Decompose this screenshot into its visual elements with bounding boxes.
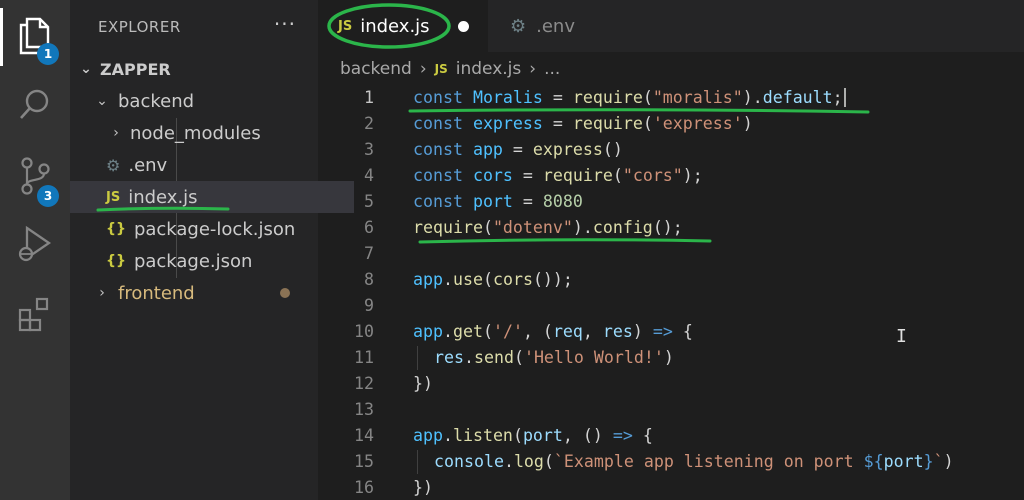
modified-dot <box>280 288 290 298</box>
line-number: 5 <box>364 191 374 211</box>
tree-item-node-modules[interactable]: › node_modules <box>70 117 356 149</box>
annotation-underline <box>96 206 230 212</box>
code-text: app.use(cors()); <box>413 269 573 289</box>
line-number: 6 <box>364 217 374 237</box>
line-number: 10 <box>354 321 374 341</box>
code-line: 13 <box>318 396 374 422</box>
line-number: 11 <box>354 347 374 367</box>
tree-item-package-json[interactable]: {} package.json <box>70 245 354 277</box>
line-number: 9 <box>364 295 374 315</box>
code-text: app.listen(port, () => { <box>413 425 653 445</box>
breadcrumb: backend › JS index.js › ... <box>340 56 560 82</box>
code-line: 5 const port = 8080 <box>318 188 583 214</box>
code-line: 16 }) <box>318 474 433 500</box>
chevron-right-icon: › <box>113 125 119 141</box>
line-number: 8 <box>364 269 374 289</box>
extensions-icon[interactable] <box>0 284 70 344</box>
js-file-icon: JS <box>434 62 448 76</box>
source-control-icon[interactable]: 3 <box>0 146 70 207</box>
annotation-circle <box>327 3 451 49</box>
line-number: 3 <box>364 139 374 159</box>
code-text: res.send('Hello World!') <box>434 347 674 367</box>
code-text: console.log(`Example app listening on po… <box>434 451 954 471</box>
indent-guide <box>417 346 418 370</box>
code-line: 15 console.log(`Example app listening on… <box>318 448 954 474</box>
code-text: const cors = require("cors"); <box>413 165 703 185</box>
tree-item-label: node_modules <box>130 122 261 144</box>
code-text: const port = 8080 <box>413 191 583 211</box>
gear-icon: ⚙ <box>106 155 121 175</box>
tree-item-label: frontend <box>118 282 195 304</box>
tree-item-frontend[interactable]: › frontend <box>70 277 342 309</box>
explorer-sidebar: EXPLORER ··· ⌄ ZAPPER ⌄ backend › node_m… <box>70 0 354 500</box>
chevron-right-icon: › <box>99 285 105 301</box>
chevron-right-icon: › <box>529 59 537 79</box>
line-number: 12 <box>354 373 374 393</box>
line-number: 14 <box>354 425 374 445</box>
code-editor[interactable]: 1 const Moralis = require("moralis").def… <box>318 82 1024 500</box>
gear-icon: ⚙ <box>510 15 527 37</box>
code-line: 10 app.get('/', (req, res) => { <box>318 318 693 344</box>
tree-item-label: .env <box>128 154 168 176</box>
tree-item-label: backend <box>118 90 195 112</box>
chevron-down-icon: ⌄ <box>96 93 108 109</box>
tree-item-package-lock[interactable]: {} package-lock.json <box>70 213 354 245</box>
activity-bar: 1 3 <box>0 0 70 500</box>
tab-env[interactable]: ⚙ .env <box>492 0 612 52</box>
line-number: 4 <box>364 165 374 185</box>
explorer-badge: 1 <box>37 43 59 65</box>
breadcrumb-symbol[interactable]: ... <box>544 59 560 79</box>
line-number: 15 <box>354 451 374 471</box>
files-icon[interactable]: 1 <box>0 6 70 66</box>
line-number: 13 <box>354 399 374 419</box>
line-number: 2 <box>364 113 374 133</box>
code-line: 3 const app = express() <box>318 136 623 162</box>
project-root[interactable]: ⌄ ZAPPER <box>70 53 326 85</box>
project-name: ZAPPER <box>100 59 171 79</box>
tree-item-backend[interactable]: ⌄ backend <box>70 85 342 117</box>
code-text: const app = express() <box>413 139 623 159</box>
breadcrumb-folder[interactable]: backend <box>340 59 412 79</box>
code-line: 6 require("dotenv").config(); <box>318 214 683 240</box>
annotation-underline <box>408 108 870 114</box>
tab-bar: JS index.js ⚙ .env <box>318 0 1024 52</box>
indent-guide <box>417 450 418 474</box>
code-line: 4 const cors = require("cors"); <box>318 162 703 188</box>
annotation-underline <box>418 238 712 244</box>
line-number: 16 <box>354 477 374 497</box>
json-file-icon: {} <box>106 221 126 237</box>
code-line: 14 app.listen(port, () => { <box>318 422 653 448</box>
code-line: 11 res.send('Hello World!') <box>318 344 674 370</box>
code-line: 12 }) <box>318 370 433 396</box>
code-line: 8 app.use(cors()); <box>318 266 573 292</box>
breadcrumb-file[interactable]: index.js <box>456 59 522 79</box>
scm-badge: 3 <box>37 185 59 207</box>
run-debug-icon[interactable] <box>0 214 70 274</box>
line-number: 7 <box>364 243 374 263</box>
code-line: 1 const Moralis = require("moralis").def… <box>318 84 846 110</box>
chevron-down-icon: ⌄ <box>80 61 92 77</box>
unsaved-dot-icon[interactable] <box>457 20 469 32</box>
json-file-icon: {} <box>106 253 126 269</box>
line-number: 1 <box>364 87 374 107</box>
mouse-cursor-icon: I <box>896 326 907 347</box>
code-text: }) <box>413 373 433 393</box>
tree-item-label: package.json <box>133 250 253 272</box>
tree-item-env[interactable]: ⚙ .env <box>70 149 354 181</box>
code-text: }) <box>413 477 433 497</box>
more-actions-button[interactable]: ··· <box>274 12 296 36</box>
tab-label: .env <box>536 15 575 37</box>
code-text: app.get('/', (req, res) => { <box>413 321 693 341</box>
tree-item-label: package-lock.json <box>133 218 296 240</box>
code-line: 2 const express = require('express') <box>318 110 753 136</box>
code-line: 7 <box>318 240 374 266</box>
code-line: 9 <box>318 292 374 318</box>
chevron-right-icon: › <box>419 59 427 79</box>
search-icon[interactable] <box>0 74 70 134</box>
explorer-title: EXPLORER <box>98 18 181 36</box>
